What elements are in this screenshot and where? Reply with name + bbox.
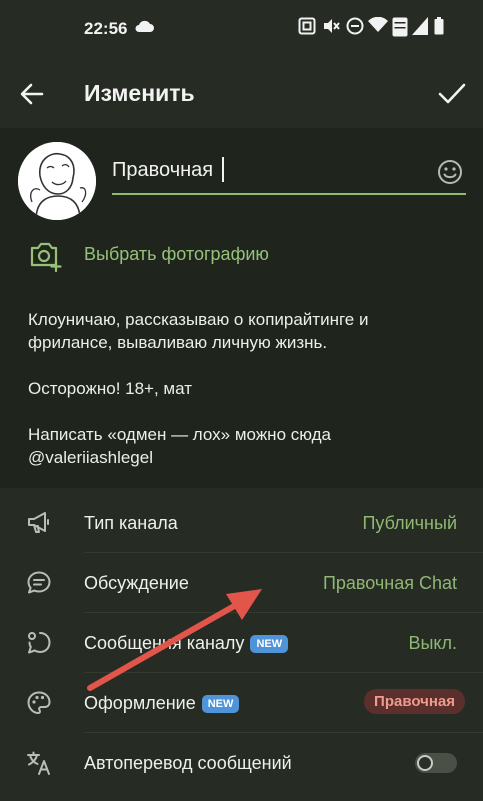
- megaphone-icon: [28, 512, 49, 533]
- settings-row-channel-type[interactable]: Тип канала Публичный: [0, 493, 483, 553]
- settings-row-autotranslate[interactable]: Автоперевод сообщений: [0, 733, 483, 793]
- settings-list: Тип канала Публичный Обсуждение Правочна…: [0, 488, 483, 801]
- choose-photo-button[interactable]: Выбрать фотографию: [84, 244, 269, 265]
- settings-row-label: Оформление NEW: [84, 693, 240, 714]
- settings-row-channel-messages[interactable]: Сообщения каналу NEW Выкл.: [0, 613, 483, 673]
- text-cursor: [222, 157, 224, 182]
- description-line: Написать «одмен — лох» можно сюда: [28, 425, 332, 444]
- message-circle-icon: [28, 632, 51, 654]
- settings-row-label: Тип канала: [84, 513, 178, 533]
- autotranslate-toggle[interactable]: [415, 753, 457, 773]
- avatar-sketch-icon: [18, 142, 96, 220]
- status-time: 22:56: [84, 19, 128, 38]
- appearance-name-pill: Правочная: [364, 689, 465, 714]
- settings-row-label: Сообщения каналу NEW: [84, 633, 289, 654]
- check-icon[interactable]: [437, 80, 467, 108]
- settings-row-value: Публичный: [362, 513, 457, 533]
- description-line: Осторожно! 18+, мат: [28, 379, 192, 398]
- settings-row-label: Обсуждение: [84, 573, 189, 593]
- channel-name-input[interactable]: [112, 153, 432, 187]
- dnd-icon: [346, 17, 364, 35]
- mute-icon: [324, 19, 340, 33]
- settings-row-value: Правочная Chat: [322, 573, 457, 593]
- channel-description-input[interactable]: Клоуничаю, рассказываю о копирайтинге и …: [28, 308, 468, 469]
- translate-icon: [27, 751, 50, 775]
- description-line: @valeriiashlegel: [28, 448, 153, 467]
- chat-bubble-icon: [27, 571, 51, 594]
- avatar[interactable]: [18, 142, 96, 220]
- new-badge: NEW: [250, 635, 289, 653]
- signal-icon: [412, 17, 428, 35]
- nfc-icon: [298, 17, 316, 35]
- settings-row-value: Выкл.: [408, 633, 457, 653]
- settings-row-label: Автоперевод сообщений: [84, 753, 292, 773]
- description-line: Клоуничаю, рассказываю о копирайтинге и: [28, 310, 369, 329]
- battery-icon: [434, 17, 444, 35]
- settings-row-appearance[interactable]: Оформление NEW Правочная: [0, 673, 483, 733]
- cloud-icon: [135, 20, 154, 32]
- camera-add-icon[interactable]: [28, 238, 62, 272]
- page-title: Изменить: [84, 80, 195, 106]
- description-line: фрилансе, вываливаю личную жизнь.: [28, 333, 328, 352]
- name-input-underline: [112, 193, 466, 195]
- arrow-left-icon[interactable]: [18, 80, 46, 108]
- palette-icon: [27, 691, 51, 714]
- volte-icon: [392, 17, 408, 37]
- app-bar: Изменить: [0, 58, 483, 128]
- emoji-icon[interactable]: [436, 158, 464, 186]
- status-bar: 22:56: [0, 0, 483, 58]
- toggle-knob: [417, 755, 433, 771]
- new-badge: NEW: [201, 695, 240, 713]
- wifi-icon: [368, 17, 388, 32]
- settings-row-discussion[interactable]: Обсуждение Правочная Chat: [0, 553, 483, 613]
